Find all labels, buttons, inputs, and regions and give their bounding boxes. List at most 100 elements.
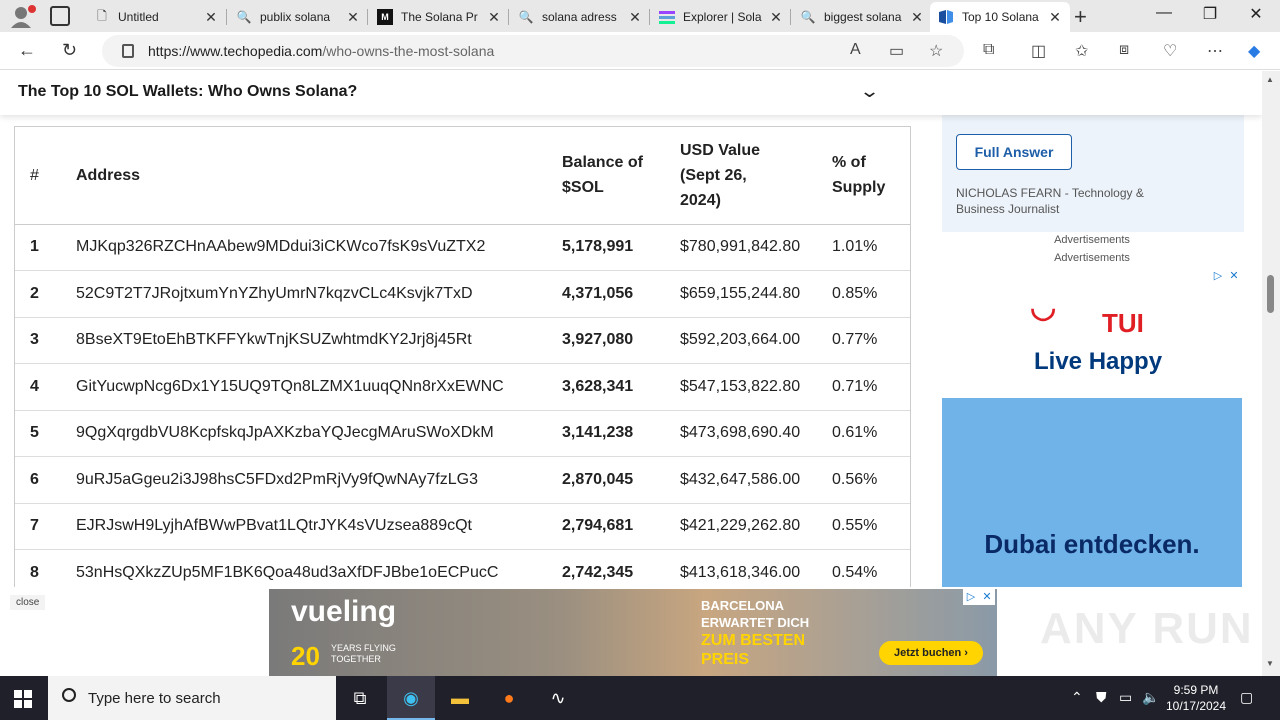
cell-supply: 1.01% xyxy=(832,224,910,271)
adchoices-icon[interactable]: ▷ xyxy=(963,589,979,605)
windows-start-icon[interactable] xyxy=(14,690,32,708)
tui-slogan: Live Happy xyxy=(1034,348,1163,375)
refresh-icon[interactable]: ↻ xyxy=(62,40,77,61)
tab-title: The Solana Pr xyxy=(401,10,478,24)
clock[interactable]: 9:59 PM 10/17/2024 xyxy=(1162,682,1230,714)
cell-balance: 2,794,681 xyxy=(562,503,680,550)
cell-supply: 0.55% xyxy=(832,503,910,550)
vueling-advertisement[interactable]: vueling 20 YEARS FLYING TOGETHER BARCELON… xyxy=(269,589,997,676)
split-screen-icon[interactable]: ◫ xyxy=(1031,41,1046,61)
col-header-supply: % of Supply xyxy=(832,127,910,225)
close-tab-icon[interactable]: ✕ xyxy=(204,9,218,26)
tui-advertisement[interactable]: ◡ TUI Live Happy Dubai entdecken. ▷ ✕ xyxy=(942,268,1242,587)
ad-close-icon[interactable]: ✕ xyxy=(1226,268,1242,284)
taskbar-search-input[interactable]: Type here to search xyxy=(48,676,336,720)
favorite-star-icon[interactable]: ☆ xyxy=(929,41,943,61)
cell-address: 53nHsQXkzZUp5MF1BK6Qoa48ud3aXfDFJBbe1oEC… xyxy=(76,549,562,587)
immersive-reader-icon[interactable]: ▭ xyxy=(889,41,904,61)
read-aloud-icon[interactable]: A xyxy=(850,41,861,59)
medium-icon: M xyxy=(377,9,393,25)
cell-usd: $432,647,586.00 xyxy=(680,456,832,504)
cell-num: 2 xyxy=(15,270,76,318)
tab-untitled[interactable]: 🗋 Untitled ✕ xyxy=(86,2,226,32)
cell-num: 5 xyxy=(15,410,76,457)
tui-brand: TUI xyxy=(1102,308,1144,338)
tab-strip: 🗋 Untitled ✕ 🔍 publix solana ✕ M The Sol… xyxy=(0,0,1280,32)
close-tab-icon[interactable]: ✕ xyxy=(910,9,924,26)
author-byline: NICHOLAS FEARN - Technology & Business J… xyxy=(956,186,1144,216)
tab-solana-pr[interactable]: M The Solana Pr ✕ xyxy=(369,2,509,32)
restore-icon[interactable]: ❐ xyxy=(1187,4,1233,24)
volume-icon[interactable]: 🔈 xyxy=(1142,689,1159,706)
adchoices-icon[interactable]: ▷ xyxy=(1210,268,1226,284)
app-icon[interactable]: ∿ xyxy=(544,684,572,712)
search-placeholder: Type here to search xyxy=(88,689,221,707)
cell-num: 1 xyxy=(15,224,76,271)
security-icon[interactable]: ⛊ xyxy=(1096,689,1107,706)
web-page: The Top 10 SOL Wallets: Who Owns Solana?… xyxy=(0,71,1262,587)
close-tab-icon[interactable]: ✕ xyxy=(487,9,501,26)
cell-address: 9uRJ5aGgeu2i3J98hsC5FDxd2PmRjVy9fQwNAy7f… xyxy=(76,456,562,504)
table-of-contents-bar[interactable]: The Top 10 SOL Wallets: Who Owns Solana?… xyxy=(0,71,1262,115)
address-bar[interactable]: https://www.techopedia.com/who-owns-the-… xyxy=(102,35,964,67)
tab-title: biggest solana xyxy=(824,10,902,24)
scroll-thumb[interactable] xyxy=(1267,275,1274,313)
col-header-balance: Balance of $SOL xyxy=(562,127,680,225)
file-explorer-icon[interactable]: ▬ xyxy=(446,684,474,712)
minimize-icon[interactable]: — xyxy=(1141,4,1187,22)
copilot-icon[interactable]: ◆ xyxy=(1248,41,1260,61)
task-view-icon[interactable]: ⧉ xyxy=(346,684,374,712)
ad-close-icon[interactable]: ✕ xyxy=(979,589,995,605)
avatar-icon xyxy=(11,5,36,28)
tab-publix-solana[interactable]: 🔍 publix solana ✕ xyxy=(228,2,368,32)
scroll-up-icon[interactable]: ▲ xyxy=(1266,75,1274,84)
page-scrollbar[interactable]: ▲ ▼ xyxy=(1262,71,1280,676)
back-icon[interactable]: ← xyxy=(18,40,36,61)
tab-explorer-solana[interactable]: Explorer | Sola ✕ xyxy=(651,2,791,32)
cell-balance: 2,870,045 xyxy=(562,456,680,504)
cell-balance: 3,927,080 xyxy=(562,317,680,364)
show-hidden-icons[interactable]: ⌃ xyxy=(1071,689,1083,706)
close-ad-button[interactable]: close xyxy=(10,595,46,610)
full-answer-button[interactable]: Full Answer xyxy=(956,134,1072,170)
close-tab-icon[interactable]: ✕ xyxy=(769,9,783,26)
tab-title: publix solana xyxy=(260,10,331,24)
collections-icon[interactable]: ⧈ xyxy=(1119,41,1129,59)
search-icon xyxy=(62,688,76,702)
tab-solana-adress[interactable]: 🔍 solana adress ✕ xyxy=(510,2,650,32)
cell-usd: $421,229,262.80 xyxy=(680,503,832,550)
tab-biggest-solana[interactable]: 🔍 biggest solana ✕ xyxy=(792,2,932,32)
chevron-down-icon[interactable]: ⌄ xyxy=(859,81,880,102)
wallets-table: # Address Balance of $SOL USD Value (Sept … xyxy=(14,126,911,587)
url-path: /who-owns-the-most-solana xyxy=(322,43,495,59)
anyrun-watermark: ANY RUN xyxy=(1040,604,1254,653)
page-icon: 🗋 xyxy=(97,8,107,23)
firefox-icon[interactable]: ● xyxy=(495,684,523,712)
notifications-icon[interactable]: ▢ xyxy=(1240,689,1253,706)
table-row: 7 EJRJswH9LyjhAfBWwPBvat1LQtrJYK4sVUzsea8… xyxy=(15,503,910,550)
network-icon[interactable]: ▭ xyxy=(1119,689,1132,706)
cell-usd: $592,203,664.00 xyxy=(680,317,832,364)
cell-num: 4 xyxy=(15,363,76,411)
more-menu-icon[interactable]: ⋯ xyxy=(1207,41,1223,61)
close-tab-icon[interactable]: ✕ xyxy=(1048,9,1062,26)
cell-address: EJRJswH9LyjhAfBWwPBvat1LQtrJYK4sVUzsea88… xyxy=(76,503,562,550)
browser-essentials-icon[interactable]: ♡ xyxy=(1163,41,1177,61)
extensions-icon[interactable]: ⧉ xyxy=(983,41,994,59)
close-tab-icon[interactable]: ✕ xyxy=(628,9,642,26)
cell-num: 6 xyxy=(15,456,76,504)
scroll-down-icon[interactable]: ▼ xyxy=(1266,659,1274,668)
tab-top10-solana[interactable]: Top 10 Solana ✕ xyxy=(930,2,1070,32)
new-tab-icon[interactable]: + xyxy=(1074,4,1087,30)
book-now-button[interactable]: Jetzt buchen › xyxy=(879,641,983,665)
favorites-icon[interactable]: ✩ xyxy=(1075,41,1088,61)
edge-icon[interactable]: ◉ xyxy=(397,684,425,712)
ad-label: Advertisements xyxy=(1054,234,1130,246)
profile-avatar[interactable] xyxy=(8,4,36,28)
cell-balance: 3,141,238 xyxy=(562,410,680,457)
search-icon: 🔍 xyxy=(518,10,534,24)
close-tab-icon[interactable]: ✕ xyxy=(346,9,360,26)
close-window-icon[interactable]: ✕ xyxy=(1233,4,1279,24)
tab-actions-icon[interactable] xyxy=(50,6,70,26)
cell-usd: $473,698,690.40 xyxy=(680,410,832,457)
